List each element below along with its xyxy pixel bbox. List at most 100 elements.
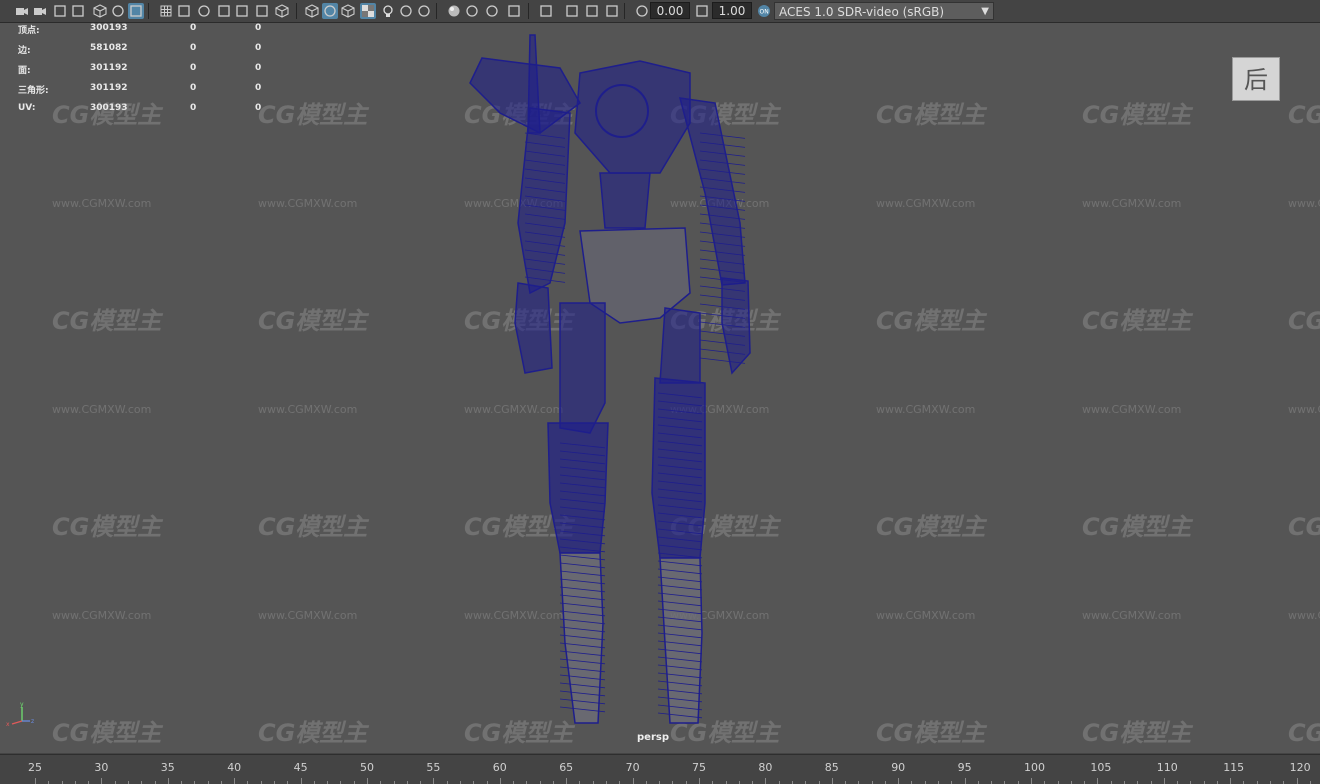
timeline-tick-mark <box>433 778 435 784</box>
gamma-icon[interactable] <box>694 3 710 19</box>
hud-b: 0 <box>255 103 262 113</box>
shadows-icon[interactable] <box>398 3 414 19</box>
hud-b: 0 <box>255 83 262 93</box>
xray-active-icon[interactable] <box>564 3 580 19</box>
model-torso <box>599 172 651 229</box>
3d-viewport[interactable]: CG模型主 CG模型主 CG模型主 CG模型主 www.CGMXW.com www.CGM… <box>0 23 1320 753</box>
lights-icon[interactable] <box>380 3 396 19</box>
film-gate-icon[interactable] <box>176 3 192 19</box>
model-head <box>574 60 691 174</box>
hud-a: 0 <box>190 23 197 33</box>
timeline-tick-mark <box>765 778 767 784</box>
hud-a: 0 <box>190 63 197 73</box>
wireframe-model[interactable] <box>0 23 1320 753</box>
model-left-thigh <box>559 302 606 434</box>
timeline-tick-mark <box>632 778 634 784</box>
toolbar-separator <box>436 3 437 19</box>
grid-icon[interactable] <box>158 3 174 19</box>
safe-title-icon[interactable] <box>254 3 270 19</box>
hud-value: 301192 <box>90 63 128 73</box>
camera-attributes-icon[interactable] <box>32 3 48 19</box>
image-plane-icon[interactable] <box>52 3 68 19</box>
camera-select-icon[interactable] <box>14 3 30 19</box>
color-space-dropdown[interactable]: ACES 1.0 SDR-video (sRGB) ▼ <box>774 2 994 20</box>
timeline-tick-label: 80 <box>758 761 773 774</box>
motion-blur-icon[interactable] <box>446 3 462 19</box>
transform-icon[interactable] <box>110 3 126 19</box>
timeline-tick-label: 75 <box>692 761 706 774</box>
antialias-icon[interactable] <box>464 3 480 19</box>
timeline-tick-mark <box>699 778 700 784</box>
timeline-tick-mark <box>167 778 169 784</box>
timeline-tick-mark <box>1097 778 1099 784</box>
hud-value: 581082 <box>90 43 128 53</box>
hud-value: 300193 <box>90 103 128 113</box>
axis-z-label: z <box>31 718 34 725</box>
xray-icon[interactable] <box>538 3 554 19</box>
hud-label: UV: <box>18 103 36 113</box>
color-management-toggle-icon[interactable]: ON <box>756 3 772 19</box>
timeline-tick-label: 45 <box>293 761 308 774</box>
smooth-shade-icon[interactable] <box>304 3 320 19</box>
gamma-field[interactable]: 1.00 <box>712 2 752 19</box>
timeline-tick-label: 95 <box>957 761 972 774</box>
paint-icon[interactable] <box>128 3 144 19</box>
timeline-tick-mark <box>367 778 368 784</box>
exposure-field[interactable]: 0.00 <box>650 2 690 19</box>
hud-label: 边: <box>18 46 31 56</box>
hud-label: 面: <box>18 66 31 76</box>
timeline-tick-label: 55 <box>426 761 441 774</box>
timeline-tick-label: 90 <box>891 761 906 774</box>
ambient-occlusion-icon[interactable] <box>416 3 432 19</box>
hud-b: 0 <box>255 63 262 73</box>
isolate-select-icon[interactable] <box>506 3 522 19</box>
timeline-tick-label: 100 <box>1024 761 1045 774</box>
textured-icon[interactable] <box>340 3 356 19</box>
resolution-gate-icon[interactable] <box>196 3 212 19</box>
xray-joints-icon[interactable] <box>584 3 600 19</box>
color-space-value: ACES 1.0 SDR-video (sRGB) <box>779 5 945 19</box>
model-left-forearm <box>514 282 553 374</box>
model-left-shin <box>559 552 604 724</box>
timeline-tick-label: 85 <box>824 761 839 774</box>
axis-x-label: x <box>6 721 10 727</box>
timeline-tick-mark <box>898 778 900 784</box>
model-left-knee <box>547 422 609 554</box>
timeline-tick-label: 105 <box>1090 761 1112 774</box>
hud-a: 0 <box>190 83 197 93</box>
hud-label: 顶点: <box>18 26 40 36</box>
hud-a: 0 <box>190 103 197 113</box>
svg-text:ON: ON <box>760 9 769 16</box>
checker-icon[interactable] <box>360 3 376 19</box>
bookmark-icon[interactable] <box>70 3 86 19</box>
chevron-down-icon: ▼ <box>981 6 989 17</box>
wireframe-icon[interactable] <box>274 3 290 19</box>
depth-of-field-icon[interactable] <box>484 3 500 19</box>
hud-a: 0 <box>190 43 197 53</box>
timeline-tick-mark <box>101 778 103 784</box>
gate-mask-icon[interactable] <box>216 3 232 19</box>
camera-name-label: persp <box>637 732 669 743</box>
time-slider[interactable]: 25 30 35 40 45 50 55 60 65 70 75 80 85 90 95 100 105 110 1… <box>0 754 1320 784</box>
toolbar-separator <box>148 3 149 19</box>
toolbar-separator <box>528 3 529 19</box>
timeline-tick-label: 25 <box>28 761 42 774</box>
hud-value: 301192 <box>90 83 128 93</box>
timeline-tick-label: 120 <box>1289 761 1311 774</box>
timeline-tick-mark <box>964 778 966 784</box>
timeline-tick-label: 40 <box>227 761 242 774</box>
timeline-tick-label: 70 <box>625 761 640 774</box>
timeline-tick-label: 115 <box>1223 761 1245 774</box>
timeline-tick-label: 65 <box>559 761 574 774</box>
field-chart-icon[interactable] <box>234 3 250 19</box>
backface-icon[interactable] <box>604 3 620 19</box>
default-material-icon[interactable] <box>322 3 338 19</box>
snap-icon[interactable] <box>92 3 108 19</box>
toolbar-separator <box>624 3 625 19</box>
timeline-tick-mark <box>499 778 501 784</box>
timeline-tick-label: 35 <box>160 761 175 774</box>
timeline-tick-label: 30 <box>94 761 109 774</box>
exposure-icon[interactable] <box>634 3 650 19</box>
viewcube[interactable]: 后 <box>1232 57 1280 101</box>
timeline-tick-mark <box>35 778 36 784</box>
